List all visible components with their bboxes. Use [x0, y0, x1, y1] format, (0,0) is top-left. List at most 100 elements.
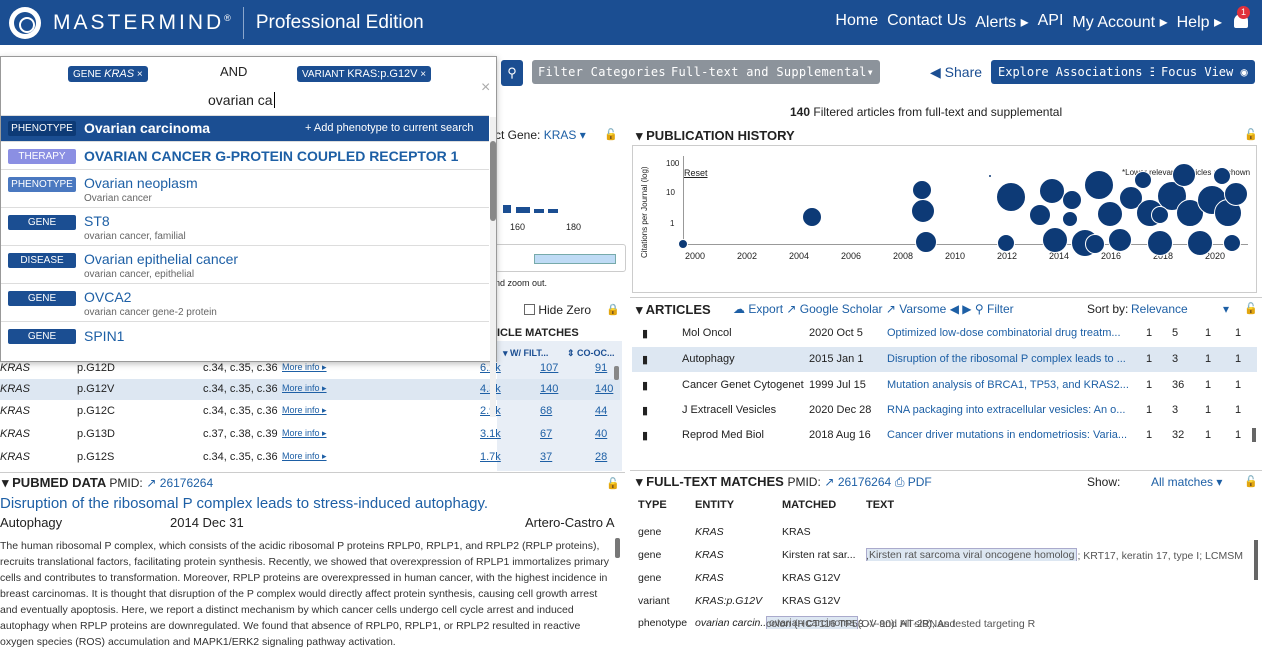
- publication-dot[interactable]: [1172, 163, 1196, 187]
- more-info-link[interactable]: More info ▸: [282, 451, 327, 462]
- publication-dot[interactable]: [997, 234, 1015, 252]
- and-operator[interactable]: AND: [220, 64, 247, 79]
- focus-view-button[interactable]: Focus View ◉: [1154, 60, 1255, 84]
- export-link[interactable]: ☁ Export: [733, 302, 783, 316]
- article-title[interactable]: Disruption of the ribosomal P complex le…: [0, 495, 488, 512]
- suggestion-item[interactable]: GENE ST8 ovarian cancer, familial: [1, 207, 489, 245]
- explore-associations-button[interactable]: Explore Associations ☰: [991, 60, 1168, 84]
- publication-dot[interactable]: [678, 239, 688, 249]
- all-count[interactable]: 3.1k: [480, 428, 501, 440]
- suggestion-item[interactable]: DISEASE Ovarian epithelial cancer ovarian…: [1, 245, 489, 283]
- article-row[interactable]: ▮ Autophagy 2015 Jan 1 Disruption of the…: [632, 347, 1257, 372]
- nav-alerts[interactable]: Alerts ▸: [975, 12, 1028, 32]
- publication-dot[interactable]: [1147, 230, 1173, 256]
- lock-icon[interactable]: 🔓: [606, 477, 620, 490]
- article-row[interactable]: ▮ Reprod Med Biol 2018 Aug 16 Cancer dri…: [632, 423, 1257, 448]
- clear-search-icon[interactable]: ×: [481, 79, 490, 97]
- more-info-link[interactable]: More info ▸: [282, 383, 327, 394]
- nav-account[interactable]: My Account ▸: [1072, 12, 1167, 32]
- variant-row[interactable]: KRAS p.G12S c.34, c.35, c.36 More info ▸…: [0, 447, 620, 468]
- more-info-link[interactable]: More info ▸: [282, 405, 327, 416]
- title-cell[interactable]: Mutation analysis of BRCA1, TP53, and KR…: [887, 379, 1129, 391]
- fulltext-row[interactable]: gene KRAS KRAS initiation factor 2-α kin…: [638, 522, 1258, 542]
- table-scrollbar[interactable]: [614, 366, 619, 380]
- cooccurring-count[interactable]: 28: [595, 451, 607, 463]
- article-row[interactable]: ▮ Cancer Genet Cytogenet 1999 Jul 15 Mut…: [632, 373, 1257, 398]
- title-cell[interactable]: Cancer driver mutations in endometriosis…: [887, 429, 1127, 441]
- filtered-count[interactable]: 37: [540, 451, 552, 463]
- articles-scrollbar[interactable]: [1252, 428, 1256, 442]
- search-query-box[interactable]: GENE KRAS × AND VARIANT KRAS:p.G12V × ov…: [1, 57, 496, 115]
- add-phenotype-link[interactable]: + Add phenotype to current search: [305, 122, 473, 134]
- more-info-link[interactable]: More info ▸: [282, 362, 327, 373]
- lock-icon[interactable]: 🔒: [606, 303, 620, 316]
- autocomplete-scroll-thumb[interactable]: [490, 141, 496, 221]
- pdf-link[interactable]: ⎙ PDF: [895, 475, 932, 489]
- show-select[interactable]: All matches ▾: [1151, 475, 1222, 489]
- next-icon[interactable]: ▶: [962, 302, 971, 316]
- suggestion-item[interactable]: GENE OVCA2 ovarian cancer gene-2 protein: [1, 283, 489, 321]
- publication-dot[interactable]: [1151, 206, 1169, 224]
- pmid-link[interactable]: ↗ 26176264: [146, 476, 213, 490]
- mastermind-logo[interactable]: [9, 6, 41, 39]
- suggestion-item[interactable]: PHENOTYPE Ovarian carcinoma + Add phenoty…: [1, 115, 489, 141]
- lock-icon[interactable]: 🔓: [1244, 128, 1258, 141]
- publication-dot[interactable]: [1062, 211, 1078, 227]
- fulltext-row[interactable]: variant KRAS:p.G12V KRAS G12V senescence…: [638, 591, 1258, 611]
- filtered-count[interactable]: 107: [540, 362, 558, 374]
- lock-icon[interactable]: 🔓: [1244, 475, 1258, 488]
- suggestion-item[interactable]: GENE SPIN1: [1, 321, 489, 357]
- publication-dot[interactable]: [912, 180, 932, 200]
- cooccurring-count[interactable]: 140: [595, 383, 613, 395]
- fulltext-row[interactable]: gene KRAS KRAS G12V senescence through a…: [638, 568, 1258, 588]
- cooccurring-count[interactable]: 44: [595, 405, 607, 417]
- publication-dot[interactable]: [911, 199, 935, 223]
- suggestion-item[interactable]: PHENOTYPE Ovarian neoplasm Ovarian cancer: [1, 169, 489, 207]
- publication-dot[interactable]: [1213, 167, 1231, 185]
- publication-dot[interactable]: [802, 207, 822, 227]
- article-row[interactable]: ▮ J Extracell Vesicles 2020 Dec 28 RNA p…: [632, 398, 1257, 423]
- sort-select[interactable]: Relevance ▾: [1131, 302, 1229, 316]
- nav-contact[interactable]: Contact Us: [887, 12, 966, 32]
- title-cell[interactable]: Optimized low-dose combinatorial drug tr…: [887, 327, 1121, 339]
- nav-help[interactable]: Help ▸: [1177, 12, 1222, 32]
- publication-dot[interactable]: [1223, 234, 1241, 252]
- publication-dot[interactable]: [1085, 234, 1105, 254]
- filtered-count[interactable]: 140: [540, 383, 558, 395]
- filtered-count[interactable]: 67: [540, 428, 552, 440]
- cooccurring-count[interactable]: 91: [595, 362, 607, 374]
- search-button[interactable]: ⚲: [501, 60, 523, 86]
- google-scholar-link[interactable]: ↗ Google Scholar: [786, 302, 882, 316]
- suggestion-item[interactable]: THERAPY OVARIAN CANCER G-PROTEIN COUPLED…: [1, 141, 489, 169]
- filter-categories-button[interactable]: Filter Categories ▾: [532, 60, 687, 84]
- variant-row[interactable]: KRAS p.G13D c.37, c.38, c.39 More info ▸…: [0, 424, 620, 445]
- prev-icon[interactable]: ◀: [950, 302, 959, 316]
- publication-dot[interactable]: [1224, 182, 1248, 206]
- filtered-count[interactable]: 68: [540, 405, 552, 417]
- publication-dot[interactable]: [988, 174, 992, 178]
- publication-dot[interactable]: [1029, 204, 1051, 226]
- abstract-scrollbar[interactable]: [615, 538, 620, 558]
- publication-dot[interactable]: [1062, 190, 1082, 210]
- all-count[interactable]: 1.7k: [480, 451, 501, 463]
- publication-dot[interactable]: [1084, 170, 1114, 200]
- brush-selection[interactable]: [534, 254, 616, 264]
- publication-dot[interactable]: [1134, 171, 1152, 189]
- publication-dot[interactable]: [996, 182, 1026, 212]
- gene-selector[interactable]: ct Gene: KRAS ▾: [495, 128, 586, 142]
- title-cell[interactable]: Disruption of the ribosomal P complex le…: [887, 353, 1126, 365]
- hide-zero-checkbox[interactable]: Hide Zero: [524, 303, 591, 317]
- cooccurring-count[interactable]: 40: [595, 428, 607, 440]
- gene-chip[interactable]: GENE KRAS ×: [68, 66, 148, 82]
- filter-link[interactable]: ⚲ Filter: [975, 302, 1014, 316]
- fulltext-supplemental-button[interactable]: Full-text and Supplemental▾: [665, 60, 881, 84]
- fulltext-row[interactable]: gene KRAS Kirsten rat sar... , Kirsten r…: [638, 545, 1258, 565]
- notification-bell-icon[interactable]: 1: [1232, 6, 1250, 30]
- variant-row[interactable]: KRAS p.G12C c.34, c.35, c.36 More info ▸…: [0, 401, 620, 422]
- article-row[interactable]: ▮ Mol Oncol 2020 Oct 5 Optimized low-dos…: [632, 321, 1257, 346]
- publication-dot[interactable]: [1097, 201, 1123, 227]
- fulltext-row[interactable]: phenotype ovarian carcin... colon (HCT11…: [638, 613, 1258, 633]
- variant-row[interactable]: KRAS p.G12V c.34, c.35, c.36 More info ▸…: [0, 379, 620, 400]
- publication-dot[interactable]: [915, 231, 937, 253]
- publication-dot[interactable]: [1108, 228, 1132, 252]
